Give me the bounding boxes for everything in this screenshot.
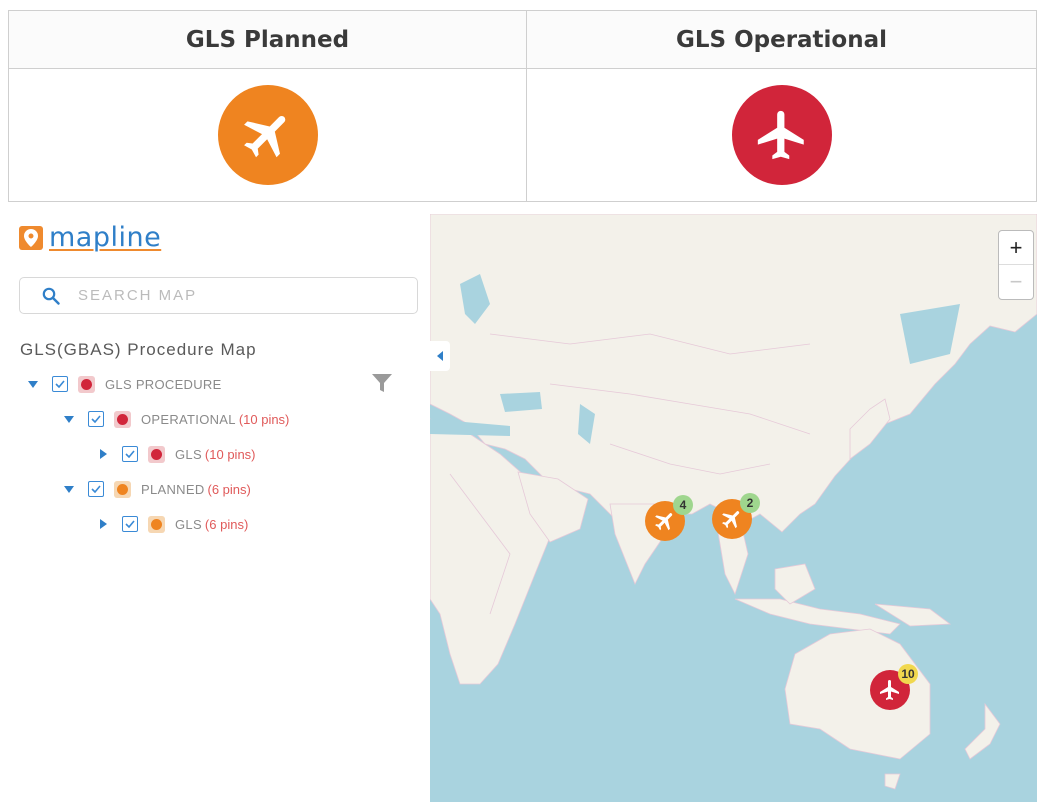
checkmark-icon <box>125 450 135 458</box>
legend-header-operational: GLS Operational <box>527 11 1036 69</box>
mapline-logo[interactable]: mapline <box>19 224 161 251</box>
pin-legend: GLS Planned GLS Operational <box>8 10 1037 202</box>
location-pin-icon <box>19 225 43 250</box>
caret-down-icon[interactable] <box>64 414 74 424</box>
checkbox[interactable] <box>88 411 104 427</box>
pin-count: (10 pins) <box>204 446 256 462</box>
zoom-out-button[interactable]: − <box>999 265 1033 299</box>
orange-pin-icon <box>114 480 131 498</box>
caret-down-icon[interactable] <box>64 484 74 494</box>
cluster-count-badge: 4 <box>673 495 693 515</box>
checkbox[interactable] <box>52 376 68 392</box>
tree-label: GLS PROCEDURE <box>105 376 222 392</box>
collapse-sidebar-tab[interactable] <box>430 341 450 371</box>
search-box[interactable] <box>19 277 418 314</box>
planned-airplane-icon <box>217 85 318 185</box>
pin-count: (10 pins) <box>238 411 290 427</box>
chevron-left-icon <box>437 351 443 361</box>
tree-row-planned-gls[interactable]: GLS (6 pins) <box>98 514 248 534</box>
search-input[interactable] <box>78 287 378 304</box>
red-pin-icon <box>148 445 165 463</box>
legend-header-planned: GLS Planned <box>9 11 527 69</box>
legend-cell-operational <box>527 69 1036 201</box>
operational-airplane-icon <box>731 85 832 185</box>
legend-planned-label: GLS Planned <box>185 26 350 53</box>
cluster-count-badge: 10 <box>898 664 918 684</box>
map-view[interactable]: + − 4 2 10 <box>430 214 1037 802</box>
legend-operational-label: GLS Operational <box>675 26 888 53</box>
tree-label: OPERATIONAL <box>141 411 236 427</box>
caret-right-icon[interactable] <box>98 519 108 529</box>
cluster-marker-southeast-asia[interactable]: 2 <box>712 493 760 539</box>
landmass-new-zealand <box>964 702 1001 760</box>
checkbox[interactable] <box>88 481 104 497</box>
tree-row-operational-gls[interactable]: GLS (10 pins) <box>98 444 256 464</box>
checkmark-icon <box>91 415 101 423</box>
tree-row-gls-procedure[interactable]: GLS PROCEDURE <box>28 374 222 394</box>
tree-label: PLANNED <box>141 481 205 497</box>
map-sidebar: mapline GLS(GBAS) Procedure Map GLS PROC… <box>8 214 430 802</box>
checkmark-icon <box>55 380 65 388</box>
tree-label: GLS <box>175 446 202 462</box>
airplane-icon <box>880 680 899 700</box>
legend-cell-planned <box>9 69 527 201</box>
cluster-marker-australia[interactable]: 10 <box>870 664 918 710</box>
cluster-marker-india[interactable]: 4 <box>645 495 693 541</box>
tree-row-planned[interactable]: PLANNED (6 pins) <box>64 479 251 499</box>
checkmark-icon <box>125 520 135 528</box>
red-pin-icon <box>78 375 95 393</box>
checkbox[interactable] <box>122 516 138 532</box>
checkmark-icon <box>91 485 101 493</box>
landmass-borneo <box>774 563 816 605</box>
pin-count: (6 pins) <box>204 516 249 532</box>
search-icon <box>42 287 60 305</box>
black-sea <box>500 392 542 412</box>
map-title: GLS(GBAS) Procedure Map <box>20 340 257 359</box>
cluster-count-badge: 2 <box>740 493 760 513</box>
checkbox[interactable] <box>122 446 138 462</box>
zoom-in-button[interactable]: + <box>999 231 1033 265</box>
zoom-control: + − <box>998 230 1034 300</box>
filter-icon[interactable] <box>372 374 392 397</box>
landmass-tasmania <box>884 773 901 790</box>
red-pin-icon <box>114 410 131 428</box>
pin-count: (6 pins) <box>207 481 251 497</box>
caret-right-icon[interactable] <box>98 449 108 459</box>
tree-label: GLS <box>175 516 202 532</box>
tree-row-operational[interactable]: OPERATIONAL (10 pins) <box>64 409 289 429</box>
logo-text: mapline <box>49 222 162 253</box>
caret-down-icon[interactable] <box>28 379 38 389</box>
orange-pin-icon <box>148 515 165 533</box>
